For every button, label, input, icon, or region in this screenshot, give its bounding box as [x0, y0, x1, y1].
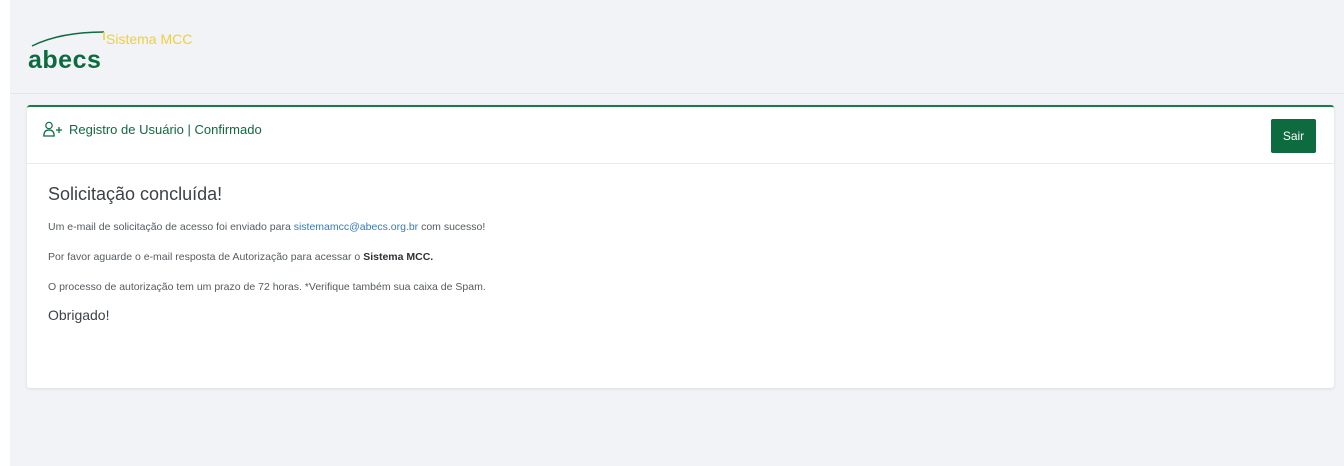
await-prefix: Por favor aguarde o e-mail resposta de A… [48, 251, 364, 263]
card-title-text: Registro de Usuário | Confirmado [69, 121, 262, 137]
email-sent-suffix: com sucesso! [418, 221, 486, 233]
user-plus-icon [43, 121, 62, 137]
card-header: Registro de Usuário | Confirmado Sair [27, 107, 1334, 164]
system-name-bold: Sistema MCC. [363, 251, 434, 263]
system-name: Sistema MCC [106, 31, 193, 47]
confirmation-card: Registro de Usuário | Confirmado Sair So… [27, 105, 1334, 388]
left-strip [0, 0, 10, 466]
logout-button[interactable]: Sair [1271, 119, 1316, 153]
authorization-deadline-message: O processo de autorização tem um prazo d… [48, 281, 486, 293]
card-title: Registro de Usuário | Confirmado [43, 121, 262, 137]
await-authorization-message: Por favor aguarde o e-mail resposta de A… [48, 250, 1308, 264]
logo-text: abecs [28, 46, 102, 74]
email-sent-prefix: Um e-mail de solicitação de acesso foi e… [48, 221, 294, 233]
email-link[interactable]: sistemamcc@abecs.org.br [294, 221, 418, 233]
top-header: abecs Sistema MCC [10, 0, 1344, 94]
success-heading: Solicitação concluída! [48, 184, 223, 204]
email-sent-message: Um e-mail de solicitação de acesso foi e… [48, 220, 1308, 234]
thanks-text: Obrigado! [48, 307, 110, 323]
abecs-logo: abecs Sistema MCC [20, 24, 220, 84]
card-body: Solicitação concluída! Um e-mail de soli… [48, 183, 1308, 324]
